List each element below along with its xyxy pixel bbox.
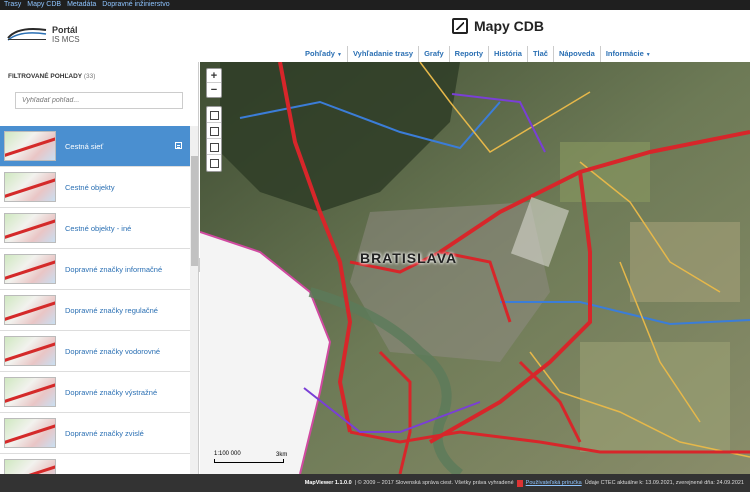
view-item-cestne-objekty-ine[interactable]: Cestné objekty - iné	[0, 208, 190, 249]
zoom-controls: + −	[206, 68, 222, 98]
chevron-down-icon: ▼	[645, 52, 651, 58]
view-item-label: Dopravné značky regulačné	[65, 305, 158, 315]
topbar-link-trasy[interactable]: Trasy	[4, 0, 21, 10]
area-measure-icon[interactable]	[207, 123, 221, 139]
views-sidebar: FILTROVANÉ POHĽADY (33) Cestná sieť Cest…	[0, 62, 199, 474]
map-canvas[interactable]: BRATISLAVA + − 1:100 000 3km	[200, 62, 750, 474]
fullscreen-icon[interactable]	[207, 139, 221, 155]
view-item-dopravne-znacky-zvisle[interactable]: Dopravné značky zvislé	[0, 413, 190, 454]
topbar-link-metadata[interactable]: Metadáta	[67, 0, 96, 10]
footer-copyright: | © 2009 – 2017 Slovenská správa ciest. …	[354, 480, 514, 486]
sidebar-count: (33)	[83, 73, 96, 80]
menu-historia-label: História	[494, 49, 522, 58]
menu-informacie[interactable]: Informácie ▼	[601, 46, 656, 62]
zoom-out-button[interactable]: −	[207, 83, 221, 97]
topbar-link-dopravne-inzinierstvo[interactable]: Dopravné inžinierstvo	[102, 0, 169, 10]
view-item-dopravne-znacky-informacne[interactable]: Dopravné značky informačné	[0, 249, 190, 290]
list-icon[interactable]	[175, 142, 182, 149]
view-thumbnail	[4, 336, 56, 366]
view-thumbnail	[4, 459, 56, 474]
scale-unit: 3km	[276, 452, 288, 458]
view-thumbnail	[4, 131, 56, 161]
scrollbar-thumb[interactable]	[191, 156, 198, 266]
ssc-logo[interactable]	[6, 24, 48, 42]
footer-update-info: Údaje CTEC aktuálne k: 13.09.2021, zvere…	[584, 480, 744, 486]
menu-tlac[interactable]: Tlač	[528, 46, 554, 62]
menu-grafy[interactable]: Grafy	[419, 46, 450, 62]
map-logo-icon	[452, 18, 468, 34]
topbar-link-mapy-cdb[interactable]: Mapy CDB	[27, 0, 61, 10]
view-item-dopravne-znacky-regulacne[interactable]: Dopravné značky regulačné	[0, 290, 190, 331]
menu-grafy-label: Grafy	[424, 49, 444, 58]
view-item-cestna-siet[interactable]: Cestná sieť	[0, 126, 190, 167]
menu-vyhladanie-trasy[interactable]: Vyhľadanie trasy	[348, 46, 420, 62]
menu-reporty[interactable]: Reporty	[450, 46, 490, 62]
main-menu: Pohľady ▼ Vyhľadanie trasy Grafy Reporty …	[300, 46, 656, 62]
menu-reporty-label: Reporty	[454, 49, 484, 58]
map-layer	[200, 62, 750, 474]
app-title-text: Mapy CDB	[474, 18, 545, 34]
view-item-label: Dopravné značky zvislé	[65, 428, 144, 438]
header: Portál IS MCS Mapy CDB Pohľady ▼ Vyhľadan…	[0, 10, 750, 62]
app-title: Mapy CDB	[452, 18, 544, 34]
menu-informacie-label: Informácie	[605, 49, 644, 58]
city-label: BRATISLAVA	[360, 250, 458, 266]
menu-vyhladanie-trasy-label: Vyhľadanie trasy	[352, 49, 414, 58]
pdf-icon	[516, 479, 523, 487]
sidebar-title: FILTROVANÉ POHĽADY (33)	[8, 73, 95, 80]
chevron-down-icon: ▼	[336, 52, 342, 58]
menu-napoveda-label: Nápoveda	[558, 49, 595, 58]
view-thumbnail	[4, 377, 56, 407]
scale-bar: 1:100 000 3km	[214, 451, 287, 463]
view-thumbnail	[4, 213, 56, 243]
view-item-label: Dopravné značky výstražné	[65, 387, 158, 397]
view-thumbnail	[4, 172, 56, 202]
scale-text: 1:100 000	[214, 451, 241, 457]
view-item-label: Cestné objekty - iné	[65, 223, 132, 233]
footer: MapViewer 1.1.0.0 | © 2009 – 2017 Sloven…	[0, 474, 750, 492]
view-item-label: Cestná sieť	[65, 141, 104, 151]
view-thumbnail	[4, 418, 56, 448]
sidebar-title-text: FILTROVANÉ POHĽADY	[8, 73, 83, 80]
view-item-label: Dopravné značky informačné	[65, 264, 163, 274]
menu-tlac-label: Tlač	[532, 49, 548, 58]
view-thumbnail	[4, 295, 56, 325]
view-item-cestne-objekty[interactable]: Cestné objekty	[0, 167, 190, 208]
menu-historia[interactable]: História	[489, 46, 528, 62]
view-search-input[interactable]	[15, 92, 183, 109]
view-item-dopravne-znacky-vystrazne[interactable]: Dopravné značky výstražné	[0, 372, 190, 413]
map-tools	[206, 106, 222, 172]
view-thumbnail	[4, 254, 56, 284]
scale-line	[214, 459, 284, 463]
view-item-dopravne-znacky-vodorovne[interactable]: Dopravné značky vodorovné	[0, 331, 190, 372]
view-item-label: Cestné objekty	[65, 182, 115, 192]
layers-icon[interactable]	[207, 155, 221, 171]
sidebar-scrollbar[interactable]	[190, 126, 198, 474]
portal-title: Portál	[52, 25, 78, 35]
measure-icon[interactable]	[207, 107, 221, 123]
user-guide-link[interactable]: Používateľská príručka	[526, 480, 582, 486]
zoom-in-button[interactable]: +	[207, 69, 221, 83]
views-list: Cestná sieť Cestné objekty Cestné objekt…	[0, 126, 190, 474]
view-item-partial[interactable]	[0, 454, 190, 474]
top-navigation-bar: Trasy Mapy CDB Metadáta Dopravné inžinie…	[0, 0, 750, 10]
view-item-label: Dopravné značky vodorovné	[65, 346, 161, 356]
footer-version: MapViewer 1.1.0.0	[304, 480, 352, 486]
menu-pohlady[interactable]: Pohľady ▼	[300, 46, 348, 62]
portal-branding: Portál IS MCS	[52, 25, 80, 45]
portal-subtitle: IS MCS	[52, 35, 80, 44]
menu-pohlady-label: Pohľady	[305, 49, 335, 58]
menu-napoveda[interactable]: Nápoveda	[554, 46, 601, 62]
